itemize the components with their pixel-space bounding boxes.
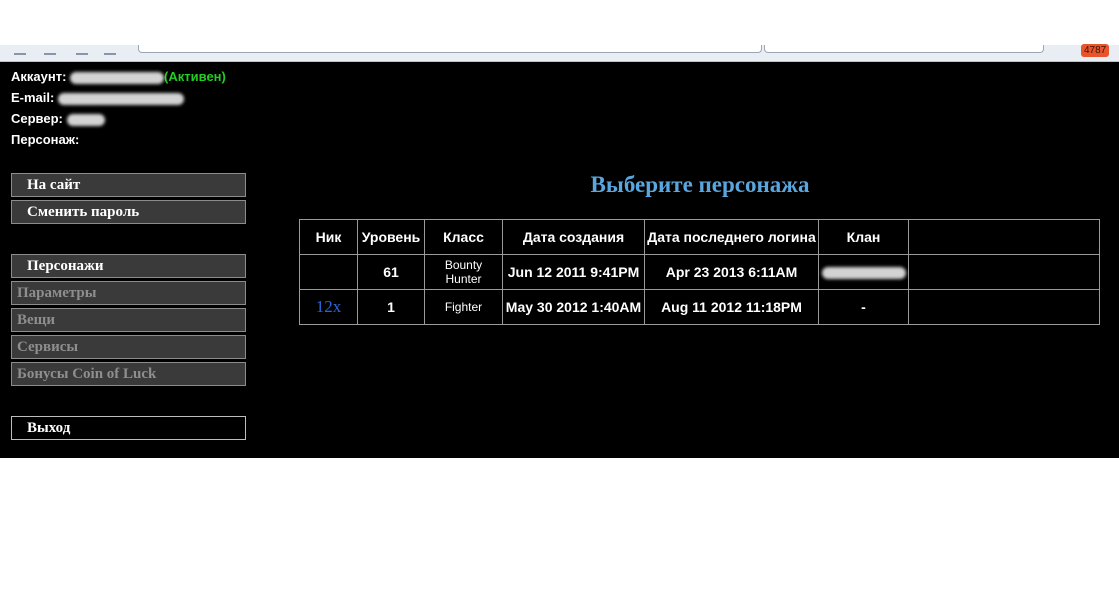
account-row: Аккаунт: (Активен) (11, 66, 226, 87)
page-title: Выберите персонажа (590, 172, 810, 197)
cell-extra (908, 289, 1100, 325)
services-button[interactable]: Сервисы (11, 335, 246, 359)
email-row: E-mail: (11, 87, 226, 108)
character-label: Персонаж: (11, 132, 80, 147)
change-password-button[interactable]: Сменить пароль (11, 200, 246, 224)
cell-extra (908, 254, 1100, 290)
characters-label: Персонажи (27, 258, 104, 274)
browser-search-bar[interactable] (764, 45, 1044, 53)
account-info: Аккаунт: (Активен) E-mail: Сервер: Персо… (11, 66, 226, 150)
cell-level: 61 (357, 254, 425, 290)
cell-created: Jun 12 2011 9:41PM (502, 254, 645, 290)
character-link[interactable]: 12x (316, 297, 342, 316)
to-site-label: На сайт (27, 177, 81, 193)
column-header-clan: Клан (818, 219, 909, 255)
cell-clan (818, 254, 909, 290)
account-name-redacted (70, 71, 165, 84)
account-label: Аккаунт: (11, 69, 67, 84)
cell-class: Bounty Hunter (424, 254, 503, 290)
column-header-extra (908, 219, 1100, 255)
email-redacted (57, 92, 184, 105)
email-label: E-mail: (11, 90, 55, 105)
browser-chrome: 4787 (0, 0, 1119, 62)
cell-nick[interactable] (299, 254, 358, 290)
server-redacted (66, 113, 105, 126)
items-button[interactable]: Вещи (11, 308, 246, 332)
cell-nick[interactable]: 12x (299, 289, 358, 325)
items-label: Вещи (17, 312, 55, 328)
parameters-label: Параметры (17, 285, 97, 301)
column-header-level: Уровень (357, 219, 425, 255)
table-header-row: Ник Уровень Класс Дата создания Дата пос… (299, 219, 1100, 255)
column-header-nick: Ник (299, 219, 358, 255)
change-password-label: Сменить пароль (27, 204, 140, 220)
column-header-last-login: Дата последнего логина (644, 219, 819, 255)
cell-level: 1 (357, 289, 425, 325)
column-header-class: Класс (424, 219, 503, 255)
characters-button[interactable]: Персонажи (11, 254, 246, 278)
logout-label: Выход (27, 420, 71, 436)
to-site-button[interactable]: На сайт (11, 173, 246, 197)
notification-badge[interactable]: 4787 (1081, 44, 1110, 57)
table-row[interactable]: 12x 1 Fighter May 30 2012 1:40AM Aug 11 … (299, 289, 1100, 325)
table-row[interactable]: 61 Bounty Hunter Jun 12 2011 9:41PM Apr … (299, 254, 1100, 290)
bonuses-label: Бонусы Coin of Luck (17, 366, 157, 382)
account-status: (Активен) (164, 69, 226, 84)
server-row: Сервер: (11, 108, 226, 129)
server-label: Сервер: (11, 111, 63, 126)
cell-class: Fighter (424, 289, 503, 325)
back-icon[interactable] (14, 45, 26, 55)
cell-last-login: Aug 11 2012 11:18PM (644, 289, 819, 325)
bonuses-button[interactable]: Бонусы Coin of Luck (11, 362, 246, 386)
parameters-button[interactable]: Параметры (11, 281, 246, 305)
services-label: Сервисы (17, 339, 79, 355)
clan-redacted (821, 267, 906, 280)
cell-clan: - (818, 289, 909, 325)
logout-button[interactable]: Выход (11, 416, 246, 440)
reload-icon[interactable] (76, 45, 88, 55)
character-row: Персонаж: (11, 129, 226, 150)
characters-table: Ник Уровень Класс Дата создания Дата пос… (299, 219, 1100, 325)
address-bar[interactable] (138, 45, 762, 53)
home-icon[interactable] (104, 45, 116, 55)
cell-last-login: Apr 23 2013 6:11AM (644, 254, 819, 290)
account-page: Аккаунт: (Активен) E-mail: Сервер: Персо… (0, 62, 1119, 458)
cell-created: May 30 2012 1:40AM (502, 289, 645, 325)
forward-icon[interactable] (44, 45, 56, 55)
column-header-created: Дата создания (502, 219, 645, 255)
